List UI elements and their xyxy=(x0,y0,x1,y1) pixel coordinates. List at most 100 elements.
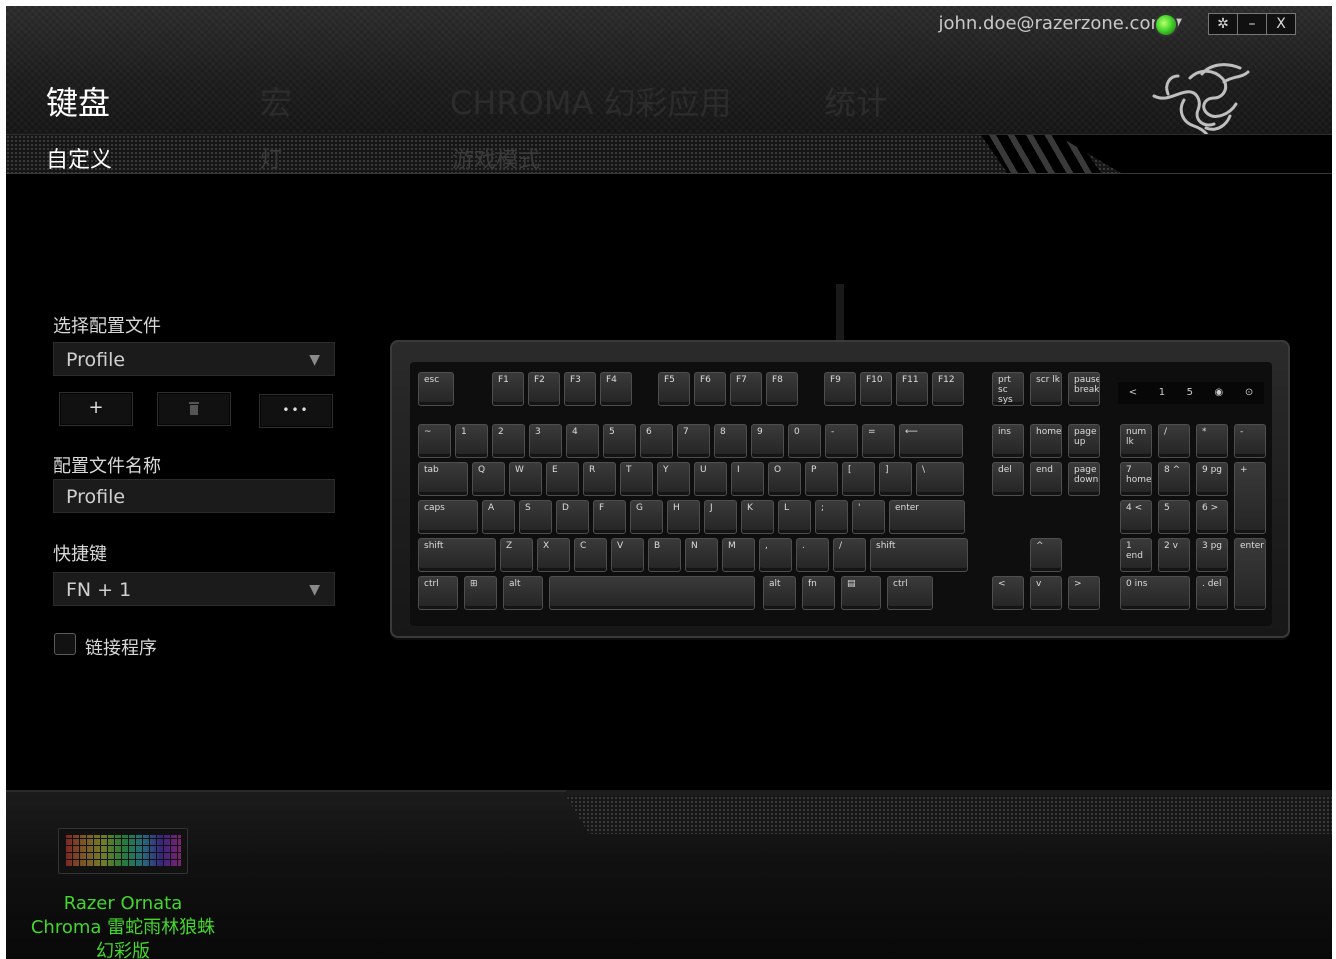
keyboard-key[interactable]: 2 xyxy=(492,424,525,458)
minimize-button[interactable]: – xyxy=(1237,13,1267,35)
add-profile-button[interactable]: + xyxy=(59,392,133,426)
keyboard-key[interactable]: < xyxy=(992,576,1024,610)
keyboard-key[interactable]: caps xyxy=(418,500,478,534)
keyboard-key[interactable]: = xyxy=(862,424,895,458)
keyboard-key[interactable]: H xyxy=(667,500,700,534)
keyboard-key[interactable]: enter xyxy=(1234,538,1266,610)
keyboard-key[interactable]: tab xyxy=(418,462,468,496)
link-program-checkbox[interactable] xyxy=(54,633,76,655)
keyboard-key[interactable]: A xyxy=(482,500,515,534)
keyboard-key[interactable]: I xyxy=(731,462,764,496)
keyboard-key[interactable]: \ xyxy=(916,462,964,496)
keyboard-key[interactable]: - xyxy=(1234,424,1266,458)
keyboard-key[interactable]: 5 xyxy=(1158,500,1190,534)
keyboard-key[interactable]: F7 xyxy=(730,372,762,406)
keyboard-key[interactable]: ~ xyxy=(418,424,451,458)
keyboard-key[interactable]: alt xyxy=(763,576,796,610)
keyboard-key[interactable]: 6 > xyxy=(1196,500,1228,534)
keyboard-key[interactable]: esc xyxy=(418,372,454,406)
keyboard-key[interactable]: scr lk xyxy=(1030,372,1062,406)
keyboard-key[interactable]: ] xyxy=(879,462,912,496)
tab-lighting[interactable]: 灯 xyxy=(260,142,282,174)
keyboard-key[interactable]: 4 < xyxy=(1120,500,1152,534)
keyboard-key[interactable]: , xyxy=(759,538,792,572)
tab-chroma-apps[interactable]: CHROMA 幻彩应用 xyxy=(450,78,732,124)
keyboard-key[interactable]: E xyxy=(546,462,579,496)
keyboard-key[interactable]: pause break xyxy=(1068,372,1100,406)
keyboard-key[interactable]: prt sc sys rq xyxy=(992,372,1024,406)
keyboard-key[interactable]: U xyxy=(694,462,727,496)
keyboard-key[interactable]: 6 xyxy=(640,424,673,458)
keyboard-key[interactable]: W xyxy=(509,462,542,496)
keyboard-key[interactable]: F10 xyxy=(860,372,892,406)
keyboard-key[interactable]: > xyxy=(1068,576,1100,610)
keyboard-key[interactable]: V xyxy=(611,538,644,572)
keyboard-key[interactable]: F8 xyxy=(766,372,798,406)
keyboard-key[interactable]: R xyxy=(583,462,616,496)
keyboard-key[interactable]: page up xyxy=(1068,424,1100,458)
tab-gaming-mode[interactable]: 游戏模式 xyxy=(452,142,540,174)
keyboard-key[interactable]: / xyxy=(1158,424,1190,458)
keyboard-key[interactable]: ctrl xyxy=(887,576,933,610)
keyboard-key[interactable]: ▤ xyxy=(841,576,881,610)
keyboard-key[interactable]: 7 xyxy=(677,424,710,458)
keyboard-key[interactable]: F12 xyxy=(932,372,964,406)
keyboard-key[interactable]: C xyxy=(574,538,607,572)
delete-profile-button[interactable] xyxy=(157,392,231,426)
tab-keyboard[interactable]: 键盘 xyxy=(46,78,110,124)
keyboard-key[interactable]: J xyxy=(704,500,737,534)
keyboard-key[interactable]: N xyxy=(685,538,718,572)
keyboard-key[interactable]: 3 xyxy=(529,424,562,458)
keyboard-key[interactable]: F11 xyxy=(896,372,928,406)
keyboard-key[interactable]: home xyxy=(1030,424,1062,458)
keyboard-key[interactable]: end xyxy=(1030,462,1062,496)
keyboard-key[interactable]: Y xyxy=(657,462,690,496)
keyboard-key[interactable]: 3 pg xyxy=(1196,538,1228,572)
keyboard-key[interactable]: L xyxy=(778,500,811,534)
keyboard-key[interactable]: F6 xyxy=(694,372,726,406)
keyboard-key[interactable]: ^ xyxy=(1030,538,1062,572)
keyboard-key[interactable]: enter xyxy=(889,500,965,534)
profile-dropdown[interactable]: Profile ▼ xyxy=(53,342,335,376)
keyboard-key[interactable]: alt xyxy=(503,576,543,610)
keyboard-key[interactable]: v xyxy=(1030,576,1062,610)
profile-name-input[interactable]: Profile xyxy=(53,479,335,513)
keyboard-key[interactable]: shift xyxy=(418,538,496,572)
tab-macro[interactable]: 宏 xyxy=(260,78,292,124)
keyboard-key[interactable]: F1 xyxy=(492,372,524,406)
keyboard-key[interactable]: K xyxy=(741,500,774,534)
keyboard-key[interactable]: 0 ins xyxy=(1120,576,1190,610)
keyboard-key[interactable] xyxy=(549,576,755,610)
keyboard-key[interactable]: D xyxy=(556,500,589,534)
keyboard-key[interactable]: B xyxy=(648,538,681,572)
keyboard-key[interactable]: page down xyxy=(1068,462,1100,496)
keyboard-key[interactable]: 5 xyxy=(603,424,636,458)
keyboard-key[interactable]: ' xyxy=(852,500,885,534)
device-name[interactable]: Razer Ornata Chroma 雷蛇雨林狼蛛幻彩版 xyxy=(26,892,220,959)
keyboard-key[interactable]: * xyxy=(1196,424,1228,458)
settings-button[interactable]: ✲ xyxy=(1208,13,1238,35)
keyboard-key[interactable]: 8 ^ xyxy=(1158,462,1190,496)
close-button[interactable]: X xyxy=(1266,13,1296,35)
account-menu[interactable]: john.doe@razerzone.com ▼ xyxy=(938,13,1182,34)
keyboard-key[interactable]: [ xyxy=(842,462,875,496)
keyboard-key[interactable]: F4 xyxy=(600,372,632,406)
keyboard-key[interactable]: ctrl xyxy=(418,576,458,610)
keyboard-key[interactable]: G xyxy=(630,500,663,534)
account-email[interactable]: john.doe@razerzone.com xyxy=(938,13,1168,34)
keyboard-key[interactable]: num lk xyxy=(1120,424,1152,458)
keyboard-key[interactable]: F3 xyxy=(564,372,596,406)
keyboard-key[interactable]: F9 xyxy=(824,372,856,406)
tab-stats[interactable]: 统计 xyxy=(824,78,888,124)
keyboard-key[interactable]: . del xyxy=(1196,576,1228,610)
keyboard-key[interactable]: O xyxy=(768,462,801,496)
keyboard-key[interactable]: ins xyxy=(992,424,1024,458)
keyboard-key[interactable]: 0 xyxy=(788,424,821,458)
keyboard-key[interactable]: S xyxy=(519,500,552,534)
keyboard-key[interactable]: del xyxy=(992,462,1024,496)
keyboard-key[interactable]: fn xyxy=(802,576,835,610)
keyboard-key[interactable]: ; xyxy=(815,500,848,534)
keyboard-key[interactable]: M xyxy=(722,538,755,572)
tab-customize[interactable]: 自定义 xyxy=(46,142,112,174)
device-thumbnail[interactable] xyxy=(58,828,188,874)
